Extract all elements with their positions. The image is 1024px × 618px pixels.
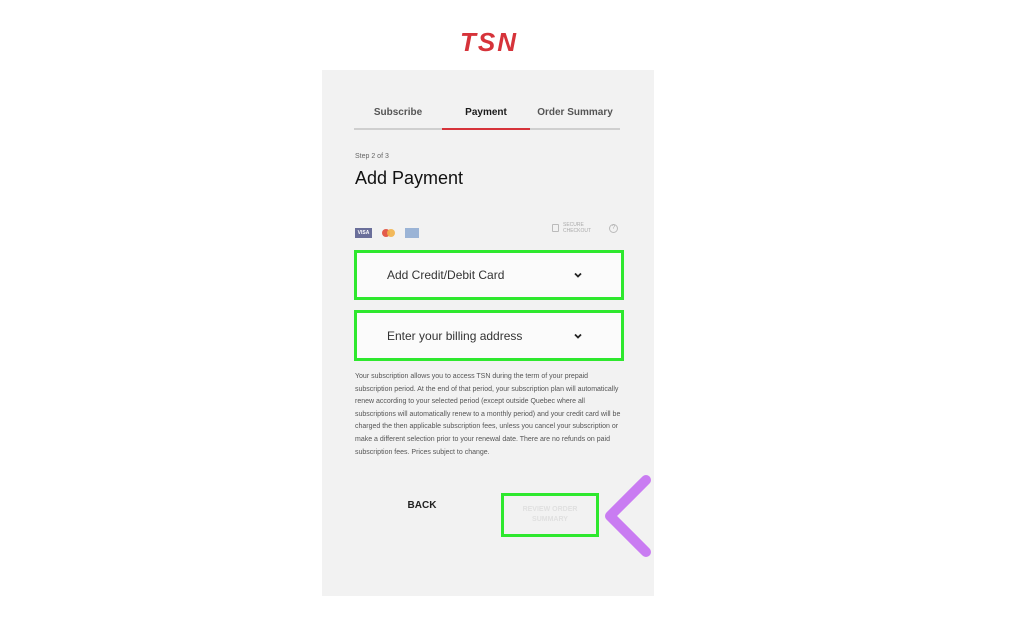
- page-title: Add Payment: [355, 168, 464, 188]
- help-icon[interactable]: ?: [609, 223, 618, 233]
- add-card-label: Add Credit/Debit Card: [387, 268, 505, 282]
- back-button[interactable]: BACK: [392, 500, 452, 516]
- chevron-down-icon: [574, 272, 582, 278]
- tsn-logo: TSN: [460, 28, 518, 56]
- add-card-dropdown[interactable]: Add Credit/Debit Card: [354, 250, 624, 300]
- tab-subscribe[interactable]: Subscribe: [354, 98, 442, 130]
- step-indicator: Step 2 of 3: [355, 153, 389, 160]
- checkout-steps: Subscribe Payment Order Summary: [354, 98, 620, 130]
- secure-checkout: SECURE CHECKOUT ?: [552, 222, 618, 234]
- mastercard-icon: [380, 228, 397, 238]
- chevron-down-icon: [574, 333, 582, 339]
- accepted-cards: VISA: [355, 228, 419, 238]
- billing-address-label: Enter your billing address: [387, 328, 523, 343]
- tab-payment[interactable]: Payment: [442, 98, 530, 130]
- tab-order-summary[interactable]: Order Summary: [530, 98, 620, 130]
- amex-icon: [405, 228, 419, 238]
- secure-checkout-label: SECURE CHECKOUT: [563, 222, 592, 234]
- billing-address-dropdown[interactable]: Enter your billing address: [354, 310, 624, 361]
- lock-icon: [552, 224, 559, 232]
- pointer-arrow-icon: [605, 475, 773, 557]
- subscription-terms: Your subscription allows you to access T…: [355, 373, 621, 456]
- visa-icon: VISA: [355, 228, 372, 238]
- review-order-button[interactable]: REVIEW ORDER SUMMARY: [501, 493, 599, 537]
- tsn-logo-text: TSN: [460, 28, 518, 56]
